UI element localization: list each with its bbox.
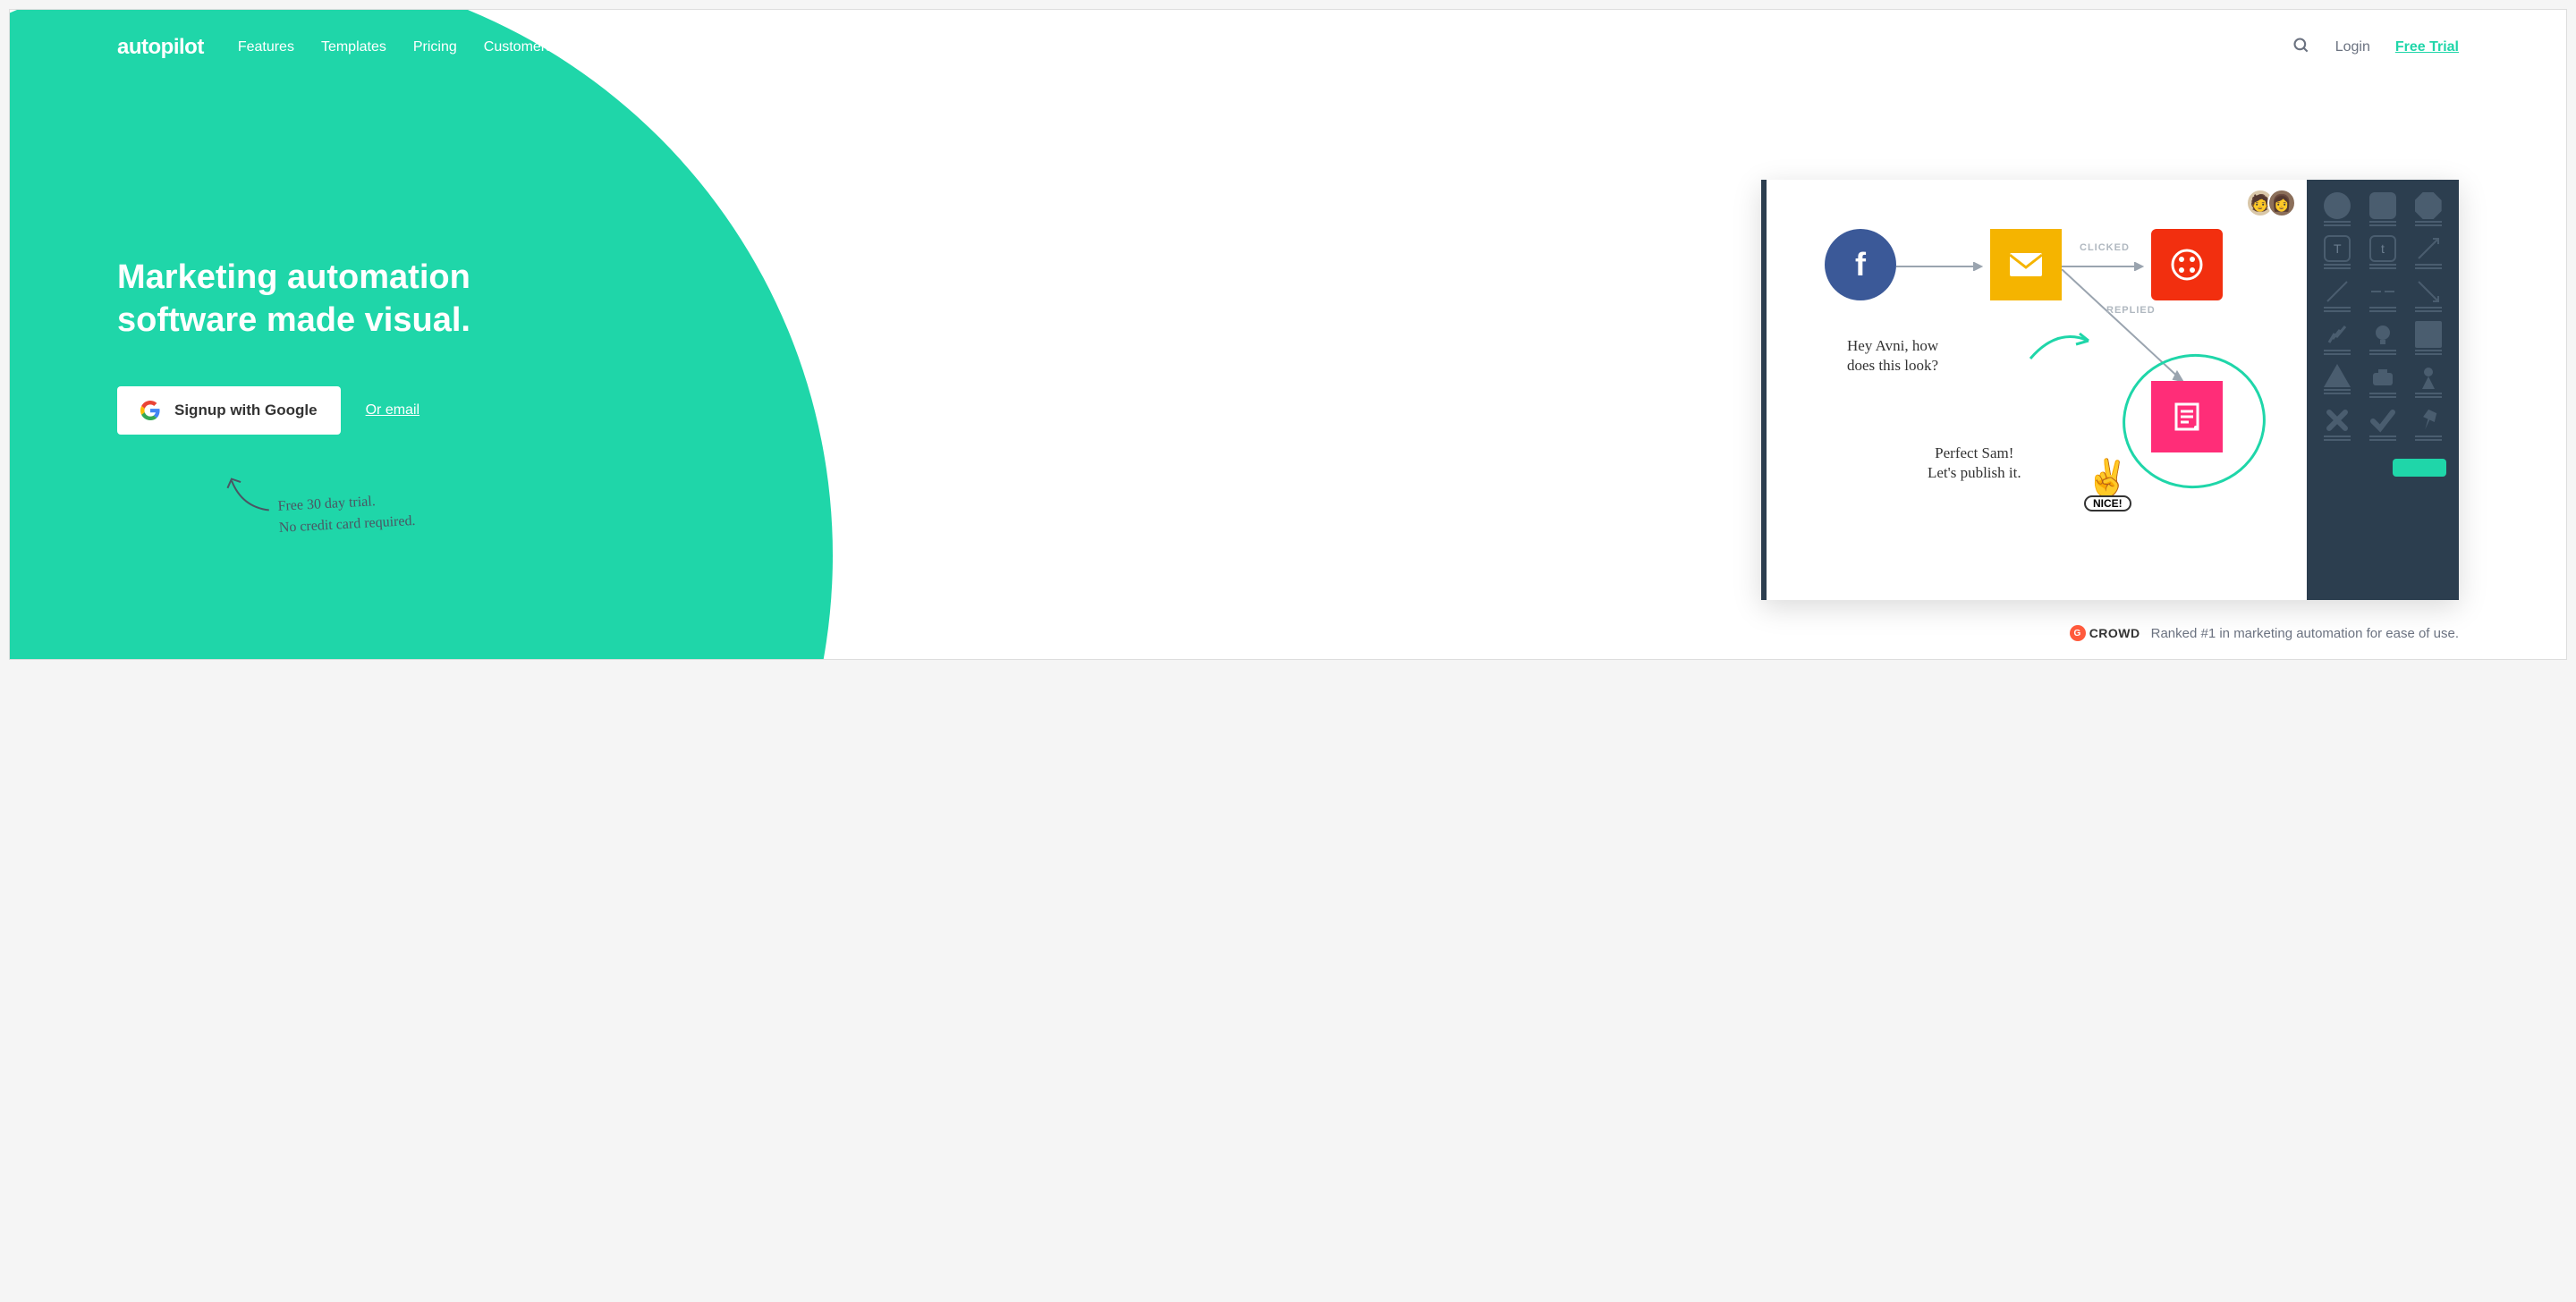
tool-circle[interactable]	[2319, 192, 2356, 226]
node-email[interactable]	[1990, 229, 2062, 300]
trial-note: Free 30 day trial. No credit card requir…	[277, 480, 583, 539]
tool-pin-icon[interactable]	[2410, 407, 2446, 441]
annotation-arrow-icon	[2026, 323, 2097, 368]
login-link[interactable]: Login	[2335, 39, 2370, 55]
footer-ranking: G CROWD Ranked #1 in marketing automatio…	[2070, 625, 2459, 641]
publish-button[interactable]	[2393, 459, 2446, 477]
tool-arrow-se[interactable]	[2410, 278, 2446, 312]
tool-triangle-icon[interactable]	[2319, 364, 2356, 398]
google-icon	[140, 401, 160, 420]
tool-burst-icon[interactable]	[2319, 321, 2356, 355]
product-canvas: 🧑 👩 CLICKED REPLIED f	[1761, 180, 2459, 600]
node-twilio[interactable]	[2151, 229, 2223, 300]
note-2-line-1: Perfect Sam!	[1928, 444, 2021, 463]
tool-close-icon[interactable]	[2319, 407, 2356, 441]
page-frame: autopilot Features Templates Pricing Cus…	[9, 9, 2567, 660]
header-right: Login Free Trial	[2292, 37, 2459, 59]
primary-nav: Features Templates Pricing Customers Blo…	[238, 39, 608, 55]
canvas-main: 🧑 👩 CLICKED REPLIED f	[1767, 180, 2307, 600]
canvas-toolbar: T t	[2307, 180, 2459, 600]
peace-hand-icon: ✌️	[2085, 457, 2130, 499]
twilio-icon	[2169, 247, 2205, 283]
hand-arrow-icon	[222, 469, 278, 517]
cta-row: Signup with Google Or email	[117, 386, 582, 435]
search-icon[interactable]	[2292, 37, 2310, 59]
hero-headline: Marketing automation software made visua…	[117, 257, 582, 342]
headline-line-1: Marketing automation	[117, 258, 470, 296]
hero-copy: Marketing automation software made visua…	[117, 114, 582, 531]
free-trial-link[interactable]: Free Trial	[2395, 39, 2459, 55]
brand-logo[interactable]: autopilot	[117, 35, 204, 60]
tool-text-lower[interactable]: t	[2365, 235, 2402, 269]
tool-divider[interactable]	[2365, 278, 2402, 312]
site-header: autopilot Features Templates Pricing Cus…	[10, 10, 2566, 60]
nav-blog[interactable]: Blog	[580, 39, 608, 55]
node-facebook[interactable]: f	[1825, 229, 1896, 300]
signup-google-label: Signup with Google	[174, 402, 318, 419]
nav-pricing[interactable]: Pricing	[413, 39, 457, 55]
note-1-line-1: Hey Avni, how	[1847, 336, 1938, 356]
nice-label: NICE!	[2084, 495, 2131, 512]
mail-icon	[2008, 251, 2044, 278]
nav-customers[interactable]: Customers	[484, 39, 553, 55]
tool-bulb-icon[interactable]	[2365, 321, 2402, 355]
avatar[interactable]: 👩	[2267, 189, 2296, 217]
g2-icon: G	[2070, 625, 2086, 641]
tool-line[interactable]	[2319, 278, 2356, 312]
tool-text-upper[interactable]: T	[2319, 235, 2356, 269]
arrow-label-clicked: CLICKED	[2080, 242, 2130, 253]
tool-person-icon[interactable]	[2410, 364, 2446, 398]
collaborator-avatars: 🧑 👩	[2253, 189, 2296, 217]
signup-google-button[interactable]: Signup with Google	[117, 386, 341, 435]
g2crowd-logo: G CROWD	[2070, 625, 2140, 641]
nav-templates[interactable]: Templates	[321, 39, 386, 55]
nice-sticker: ✌️ NICE!	[2084, 457, 2131, 512]
ranking-text: Ranked #1 in marketing automation for ea…	[2151, 626, 2459, 641]
tool-arrow-ne[interactable]	[2410, 235, 2446, 269]
note-2-line-2: Let's publish it.	[1928, 463, 2021, 483]
tool-square[interactable]	[2365, 192, 2402, 226]
connector-arrow	[1896, 262, 1990, 271]
note-1-line-2: does this look?	[1847, 356, 1938, 376]
tool-octagon[interactable]	[2410, 192, 2446, 226]
signup-email-link[interactable]: Or email	[366, 402, 419, 418]
canvas-note-1: Hey Avni, how does this look?	[1847, 336, 1938, 376]
g2-text: CROWD	[2089, 626, 2140, 640]
headline-line-2: software made visual.	[117, 301, 470, 339]
tool-camera-icon[interactable]	[2365, 364, 2402, 398]
tool-note-icon[interactable]	[2410, 321, 2446, 355]
tool-check-icon[interactable]	[2365, 407, 2402, 441]
nav-features[interactable]: Features	[238, 39, 294, 55]
canvas-note-2: Perfect Sam! Let's publish it.	[1928, 444, 2021, 483]
arrow-label-replied: REPLIED	[2106, 305, 2156, 316]
